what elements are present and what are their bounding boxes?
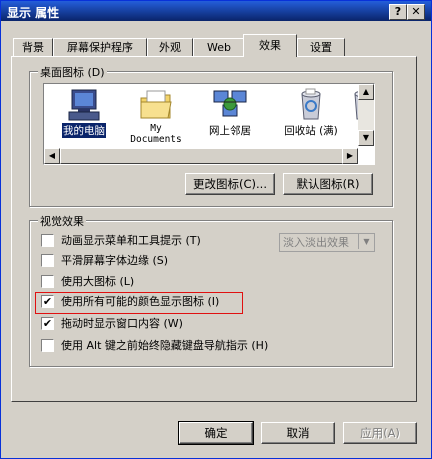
icon-item-my-documents[interactable]: My Documents — [124, 88, 188, 145]
cancel-button[interactable]: 取消 — [261, 422, 335, 444]
option-label-smooth-fonts: 平滑屏幕字体边缘 (S) — [61, 254, 169, 267]
tab-web[interactable]: Web — [193, 38, 245, 57]
tab-background[interactable]: 背景 — [13, 38, 53, 57]
icon-label-my-documents: My Documents — [130, 123, 182, 145]
checkbox-animate-menus[interactable] — [41, 234, 54, 247]
change-icon-button[interactable]: 更改图标(C)... — [185, 173, 275, 195]
checkbox-all-colors-icons[interactable]: ✔ — [41, 295, 54, 308]
desktop-icon-list[interactable]: 我的电脑 My Documents 网上邻居 回收站 (满) ▲ ▼ ◀ ▶ — [43, 83, 375, 165]
window-title: 显示 属性 — [7, 6, 60, 20]
icon-label-my-computer: 我的电脑 — [62, 123, 106, 138]
icon-list-horizontal-scrollbar[interactable]: ◀ ▶ — [44, 148, 358, 164]
default-icon-button[interactable]: 默认图标(R) — [283, 173, 373, 195]
scroll-left-arrow-icon[interactable]: ◀ — [44, 148, 60, 164]
icon-label-recycle-bin-full: 回收站 (满) — [284, 125, 338, 137]
transition-effect-value: 淡入淡出效果 — [283, 236, 349, 249]
chevron-down-icon[interactable]: ▼ — [358, 234, 374, 249]
tab-screensaver[interactable]: 屏幕保护程序 — [53, 38, 147, 57]
apply-button[interactable]: 应用(A) — [343, 422, 417, 444]
option-label-hide-keyboard-cues: 使用 Alt 键之前始终隐藏键盘导航指示 (H) — [61, 339, 269, 352]
scroll-right-arrow-icon[interactable]: ▶ — [342, 148, 358, 164]
icon-item-recycle-bin-full[interactable]: 回收站 (满) — [270, 88, 352, 138]
desktop-icons-legend: 桌面图标 (D) — [38, 64, 107, 80]
title-bar[interactable]: 显示 属性 ? ✕ — [1, 1, 431, 21]
icon-label-network: 网上邻居 — [209, 125, 251, 137]
my-computer-icon — [68, 89, 100, 121]
checkbox-large-icons[interactable] — [41, 275, 54, 288]
close-button[interactable]: ✕ — [407, 4, 425, 20]
scroll-up-arrow-icon[interactable]: ▲ — [358, 84, 374, 100]
transition-effect-select[interactable]: 淡入淡出效果 ▼ — [279, 233, 375, 252]
help-button[interactable]: ? — [389, 4, 407, 20]
visual-effects-legend: 视觉效果 — [38, 213, 86, 229]
tab-appearance[interactable]: 外观 — [147, 38, 193, 57]
horizontal-scroll-thumb[interactable] — [60, 148, 344, 164]
recycle-bin-full-icon — [301, 88, 321, 120]
checkbox-smooth-fonts[interactable] — [41, 254, 54, 267]
icon-item-network[interactable]: 网上邻居 — [192, 88, 268, 138]
tab-effects[interactable]: 效果 — [243, 34, 297, 57]
checkbox-hide-keyboard-cues[interactable] — [41, 339, 54, 352]
option-label-animate-menus: 动画显示菜单和工具提示 (T) — [61, 234, 201, 247]
display-properties-window: 显示 属性 ? ✕ 背景 屏幕保护程序 外观 Web 效果 设置 桌面图标 (D… — [0, 0, 432, 459]
icon-list-vertical-scrollbar[interactable]: ▲ ▼ — [358, 84, 374, 146]
tab-settings[interactable]: 设置 — [297, 38, 345, 57]
scroll-down-arrow-icon[interactable]: ▼ — [358, 130, 374, 146]
network-neighborhood-icon — [213, 90, 247, 117]
ok-button[interactable]: 确定 — [178, 421, 254, 445]
option-label-large-icons: 使用大图标 (L) — [61, 275, 135, 288]
option-label-drag-full-windows: 拖动时显示窗口内容 (W) — [61, 317, 183, 330]
icon-item-my-computer[interactable]: 我的电脑 — [48, 88, 120, 138]
checkbox-drag-full-windows[interactable]: ✔ — [41, 317, 54, 330]
option-label-all-colors-icons: 使用所有可能的颜色显示图标 (I) — [61, 295, 220, 308]
my-documents-folder-icon — [140, 90, 172, 119]
